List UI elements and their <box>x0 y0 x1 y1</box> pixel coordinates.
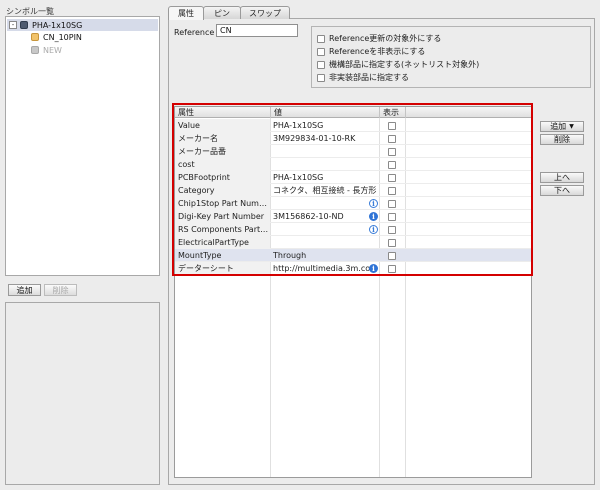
symbol-tree[interactable]: - PHA-1x10SG CN_10PIN NEW <box>5 16 160 276</box>
table-row[interactable]: RS Components Part… i <box>175 223 531 236</box>
add-symbol-button[interactable]: 追加 <box>8 284 41 296</box>
display-checkbox[interactable] <box>388 200 396 208</box>
tab-attributes[interactable]: 属性 <box>168 6 204 20</box>
table-row[interactable]: データーシート http://multimedia.3m.co i <box>175 262 531 275</box>
option-label: 機構部品に指定する(ネットリスト対象外) <box>329 60 480 69</box>
tree-item-label: NEW <box>43 45 62 55</box>
table-row[interactable]: ElectricalPartType <box>175 236 531 249</box>
option-exclude-reference-update[interactable]: Reference更新の対象外にする <box>317 33 441 44</box>
display-checkbox[interactable] <box>388 187 396 195</box>
reference-input[interactable] <box>216 24 298 37</box>
attribute-name-cell[interactable]: cost <box>178 158 268 171</box>
display-checkbox[interactable] <box>388 226 396 234</box>
display-checkbox[interactable] <box>388 265 396 273</box>
option-hide-reference[interactable]: Referenceを非表示にする <box>317 46 425 57</box>
table-row[interactable]: Value PHA-1x10SG <box>175 119 531 132</box>
attribute-name-cell[interactable]: メーカー品番 <box>178 145 268 158</box>
display-checkbox[interactable] <box>388 252 396 260</box>
tab-swap[interactable]: スワップ <box>240 6 290 19</box>
column-header-display[interactable]: 表示 <box>380 107 406 118</box>
column-header-value[interactable]: 値 <box>271 107 380 118</box>
table-row[interactable]: PCBFootprint PHA-1x10SG <box>175 171 531 184</box>
tree-item-new[interactable]: NEW <box>28 44 62 56</box>
move-up-button[interactable]: 上へ <box>540 172 584 183</box>
add-attribute-button[interactable]: 追加 ▼ <box>540 121 584 132</box>
checkbox[interactable] <box>317 47 325 56</box>
attribute-name-cell[interactable]: RS Components Part… <box>178 223 268 236</box>
new-symbol-icon <box>31 46 39 54</box>
component-chip-icon <box>20 21 28 29</box>
attribute-name-cell[interactable]: Chip1Stop Part Num… <box>178 197 268 210</box>
attribute-value-cell[interactable] <box>273 223 377 236</box>
attribute-name-cell[interactable]: メーカー名 <box>178 132 268 145</box>
move-down-button[interactable]: 下へ <box>540 185 584 196</box>
attribute-value-cell[interactable] <box>273 158 377 171</box>
display-checkbox[interactable] <box>388 161 396 169</box>
table-row[interactable]: MountType Through <box>175 249 531 262</box>
checkbox[interactable] <box>317 34 325 43</box>
attribute-value-cell[interactable]: 3M156862-10-ND <box>273 210 377 223</box>
attribute-value-cell[interactable]: PHA-1x10SG <box>273 119 377 132</box>
info-icon[interactable]: i <box>369 225 378 234</box>
attribute-value-cell[interactable] <box>273 197 377 210</box>
attribute-name-cell[interactable]: Digi-Key Part Number <box>178 210 268 223</box>
display-checkbox[interactable] <box>388 122 396 130</box>
display-checkbox[interactable] <box>388 135 396 143</box>
attribute-name-cell[interactable]: データーシート <box>178 262 268 275</box>
option-label: Referenceを非表示にする <box>329 47 426 56</box>
tree-item-cn-10pin[interactable]: CN_10PIN <box>28 31 82 43</box>
display-checkbox[interactable] <box>388 213 396 221</box>
display-checkbox[interactable] <box>388 148 396 156</box>
attribute-name-cell[interactable]: MountType <box>178 249 268 262</box>
attribute-value-cell[interactable] <box>273 236 377 249</box>
table-row[interactable]: メーカー名 3M929834-01-10-RK <box>175 132 531 145</box>
option-mechanical-part[interactable]: 機構部品に指定する(ネットリスト対象外) <box>317 59 479 70</box>
checkbox[interactable] <box>317 60 325 69</box>
attribute-name-cell[interactable]: ElectricalPartType <box>178 236 268 249</box>
table-row[interactable]: Category コネクタ、相互接続 - 長方形 <box>175 184 531 197</box>
table-row[interactable]: Chip1Stop Part Num… i <box>175 197 531 210</box>
delete-attribute-button[interactable]: 削除 <box>540 134 584 145</box>
attribute-value-cell[interactable]: Through <box>273 249 377 262</box>
attribute-name-cell[interactable]: Value <box>178 119 268 132</box>
attribute-value-cell[interactable]: PHA-1x10SG <box>273 171 377 184</box>
table-row[interactable]: Digi-Key Part Number 3M156862-10-ND i <box>175 210 531 223</box>
attribute-name-cell[interactable]: Category <box>178 184 268 197</box>
reference-options-group: Reference更新の対象外にする Referenceを非表示にする 機構部品… <box>311 26 591 88</box>
attribute-name-cell[interactable]: PCBFootprint <box>178 171 268 184</box>
table-header: 属性 値 表示 <box>175 107 531 118</box>
option-label: Reference更新の対象外にする <box>329 34 442 43</box>
reference-label: Reference <box>174 28 215 37</box>
table-row[interactable]: メーカー品番 <box>175 145 531 158</box>
info-icon[interactable]: i <box>369 264 378 273</box>
attribute-value-cell[interactable] <box>273 145 377 158</box>
tree-item-label: CN_10PIN <box>43 32 82 42</box>
attribute-value-cell[interactable]: コネクタ、相互接続 - 長方形 <box>273 184 377 197</box>
dropdown-arrow-icon: ▼ <box>569 123 574 130</box>
attribute-table[interactable]: 属性 値 表示 Value PHA-1x10SG メーカー名 3M929834-01-… <box>174 106 532 478</box>
info-icon[interactable]: i <box>369 212 378 221</box>
display-checkbox[interactable] <box>388 239 396 247</box>
delete-symbol-button[interactable]: 削除 <box>44 284 77 296</box>
attribute-value-cell[interactable]: 3M929834-01-10-RK <box>273 132 377 145</box>
info-icon[interactable]: i <box>369 199 378 208</box>
display-checkbox[interactable] <box>388 174 396 182</box>
collapse-toggle-icon[interactable]: - <box>9 21 17 29</box>
column-header-attribute[interactable]: 属性 <box>175 107 271 118</box>
tree-item-pha-1x10sg[interactable]: - PHA-1x10SG <box>7 19 158 31</box>
symbol-detail-panel <box>5 302 160 485</box>
table-row[interactable]: cost <box>175 158 531 171</box>
symbol-part-icon <box>31 33 39 41</box>
attribute-value-cell[interactable]: http://multimedia.3m.co <box>273 262 377 275</box>
option-label: 非実装部品に指定する <box>329 73 409 82</box>
tree-item-label: PHA-1x10SG <box>32 20 83 30</box>
tab-pins[interactable]: ピン <box>203 6 241 19</box>
checkbox[interactable] <box>317 73 325 82</box>
option-not-mounted[interactable]: 非実装部品に指定する <box>317 72 409 83</box>
add-label: 追加 <box>550 122 567 131</box>
